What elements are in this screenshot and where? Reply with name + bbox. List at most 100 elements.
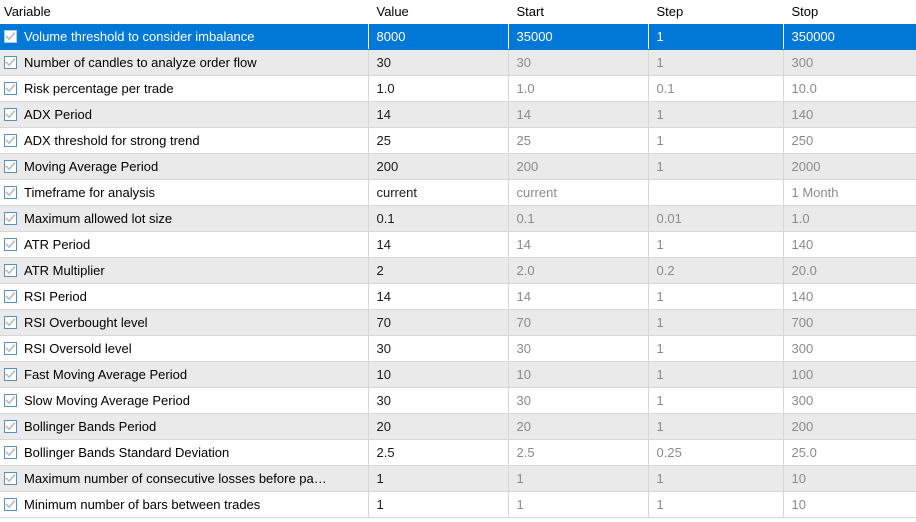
checkbox-checked-icon[interactable]	[4, 394, 17, 407]
checkbox-checked-icon[interactable]	[4, 212, 17, 225]
cell-variable[interactable]: ATR Period	[0, 231, 369, 258]
cell-step[interactable]: 0.25	[648, 439, 784, 466]
cell-start[interactable]: 30	[508, 49, 649, 76]
table-row[interactable]: Bollinger Bands Period 20 20 1 200	[0, 413, 916, 440]
checkbox-checked-icon[interactable]	[4, 420, 17, 433]
table-row[interactable]: Maximum number of consecutive losses bef…	[0, 465, 916, 492]
table-row[interactable]: ATR Period 14 14 1 140	[0, 231, 916, 258]
checkbox-checked-icon[interactable]	[4, 160, 17, 173]
cell-variable[interactable]: RSI Overbought level	[0, 309, 369, 336]
checkbox-checked-icon[interactable]	[4, 342, 17, 355]
cell-step[interactable]: 1	[648, 491, 784, 518]
table-row[interactable]: ADX threshold for strong trend 25 25 1 250	[0, 127, 916, 154]
cell-start[interactable]: 200	[508, 153, 649, 180]
cell-step[interactable]: 0.2	[648, 257, 784, 284]
cell-stop[interactable]: 10	[783, 465, 916, 492]
checkbox-checked-icon[interactable]	[4, 446, 17, 459]
cell-step[interactable]: 1	[648, 361, 784, 388]
cell-variable[interactable]: ADX Period	[0, 101, 369, 128]
cell-stop[interactable]: 700	[783, 309, 916, 336]
cell-stop[interactable]: 25.0	[783, 439, 916, 466]
cell-step[interactable]: 1	[648, 49, 784, 76]
cell-variable[interactable]: Minimum number of bars between trades	[0, 491, 369, 518]
cell-start[interactable]: 2.5	[508, 439, 649, 466]
cell-start[interactable]: 70	[508, 309, 649, 336]
cell-variable[interactable]: Volume threshold to consider imbalance	[0, 24, 369, 50]
cell-step[interactable]: 1	[648, 127, 784, 154]
cell-step[interactable]: 1	[648, 24, 784, 50]
cell-step[interactable]: 1	[648, 231, 784, 258]
cell-start[interactable]: 10	[508, 361, 649, 388]
cell-step[interactable]	[648, 179, 784, 206]
cell-variable[interactable]: Bollinger Bands Period	[0, 413, 369, 440]
column-header-value[interactable]: Value	[368, 0, 509, 24]
cell-start[interactable]: 35000	[508, 24, 649, 50]
checkbox-checked-icon[interactable]	[4, 30, 17, 43]
cell-start[interactable]: 1	[508, 465, 649, 492]
cell-value[interactable]: 1	[368, 491, 509, 518]
cell-stop[interactable]: 1.0	[783, 205, 916, 232]
cell-variable[interactable]: Maximum number of consecutive losses bef…	[0, 465, 369, 492]
cell-value[interactable]: 8000	[368, 24, 509, 50]
cell-step[interactable]: 0.01	[648, 205, 784, 232]
cell-value[interactable]: 2	[368, 257, 509, 284]
checkbox-checked-icon[interactable]	[4, 290, 17, 303]
checkbox-checked-icon[interactable]	[4, 264, 17, 277]
cell-variable[interactable]: RSI Period	[0, 283, 369, 310]
cell-stop[interactable]: 10.0	[783, 75, 916, 102]
cell-value[interactable]: 70	[368, 309, 509, 336]
table-row[interactable]: Volume threshold to consider imbalance 80…	[0, 24, 916, 50]
cell-variable[interactable]: Bollinger Bands Standard Deviation	[0, 439, 369, 466]
cell-stop[interactable]: 140	[783, 231, 916, 258]
cell-variable[interactable]: ATR Multiplier	[0, 257, 369, 284]
column-header-step[interactable]: Step	[648, 0, 784, 24]
cell-start[interactable]: 20	[508, 413, 649, 440]
cell-start[interactable]: 14	[508, 283, 649, 310]
cell-start[interactable]: 25	[508, 127, 649, 154]
cell-value[interactable]: 1	[368, 465, 509, 492]
cell-value[interactable]: 10	[368, 361, 509, 388]
cell-stop[interactable]: 300	[783, 49, 916, 76]
table-row[interactable]: Number of candles to analyze order flow 3…	[0, 49, 916, 76]
cell-start[interactable]: 1	[508, 491, 649, 518]
cell-start[interactable]: 14	[508, 231, 649, 258]
cell-value[interactable]: 30	[368, 335, 509, 362]
cell-value[interactable]: 0.1	[368, 205, 509, 232]
cell-stop[interactable]: 200	[783, 413, 916, 440]
cell-stop[interactable]: 350000	[783, 24, 916, 50]
cell-step[interactable]: 1	[648, 101, 784, 128]
cell-step[interactable]: 1	[648, 283, 784, 310]
checkbox-checked-icon[interactable]	[4, 186, 17, 199]
cell-value[interactable]: 200	[368, 153, 509, 180]
table-row[interactable]: Timeframe for analysis current current 1 Mo…	[0, 179, 916, 206]
table-row[interactable]: RSI Period 14 14 1 140	[0, 283, 916, 310]
checkbox-checked-icon[interactable]	[4, 368, 17, 381]
cell-value[interactable]: 30	[368, 49, 509, 76]
cell-variable[interactable]: Moving Average Period	[0, 153, 369, 180]
table-row[interactable]: ATR Multiplier 2 2.0 0.2 20.0	[0, 257, 916, 284]
cell-stop[interactable]: 300	[783, 335, 916, 362]
cell-value[interactable]: 25	[368, 127, 509, 154]
cell-stop[interactable]: 10	[783, 491, 916, 518]
cell-start[interactable]: 2.0	[508, 257, 649, 284]
cell-stop[interactable]: 100	[783, 361, 916, 388]
cell-variable[interactable]: Fast Moving Average Period	[0, 361, 369, 388]
table-row[interactable]: RSI Overbought level 70 70 1 700	[0, 309, 916, 336]
column-header-start[interactable]: Start	[508, 0, 649, 24]
cell-variable[interactable]: Risk percentage per trade	[0, 75, 369, 102]
cell-value[interactable]: 14	[368, 231, 509, 258]
cell-start[interactable]: 30	[508, 387, 649, 414]
column-header-stop[interactable]: Stop	[783, 0, 916, 24]
checkbox-checked-icon[interactable]	[4, 108, 17, 121]
cell-variable[interactable]: ADX threshold for strong trend	[0, 127, 369, 154]
cell-stop[interactable]: 250	[783, 127, 916, 154]
table-row[interactable]: Moving Average Period 200 200 1 2000	[0, 153, 916, 180]
cell-step[interactable]: 1	[648, 387, 784, 414]
table-row[interactable]: Fast Moving Average Period 10 10 1 100	[0, 361, 916, 388]
column-header-variable[interactable]: Variable	[0, 0, 369, 24]
cell-step[interactable]: 1	[648, 335, 784, 362]
table-row[interactable]: Maximum allowed lot size 0.1 0.1 0.01 1.0	[0, 205, 916, 232]
cell-value[interactable]: 20	[368, 413, 509, 440]
cell-value[interactable]: 1.0	[368, 75, 509, 102]
cell-stop[interactable]: 300	[783, 387, 916, 414]
